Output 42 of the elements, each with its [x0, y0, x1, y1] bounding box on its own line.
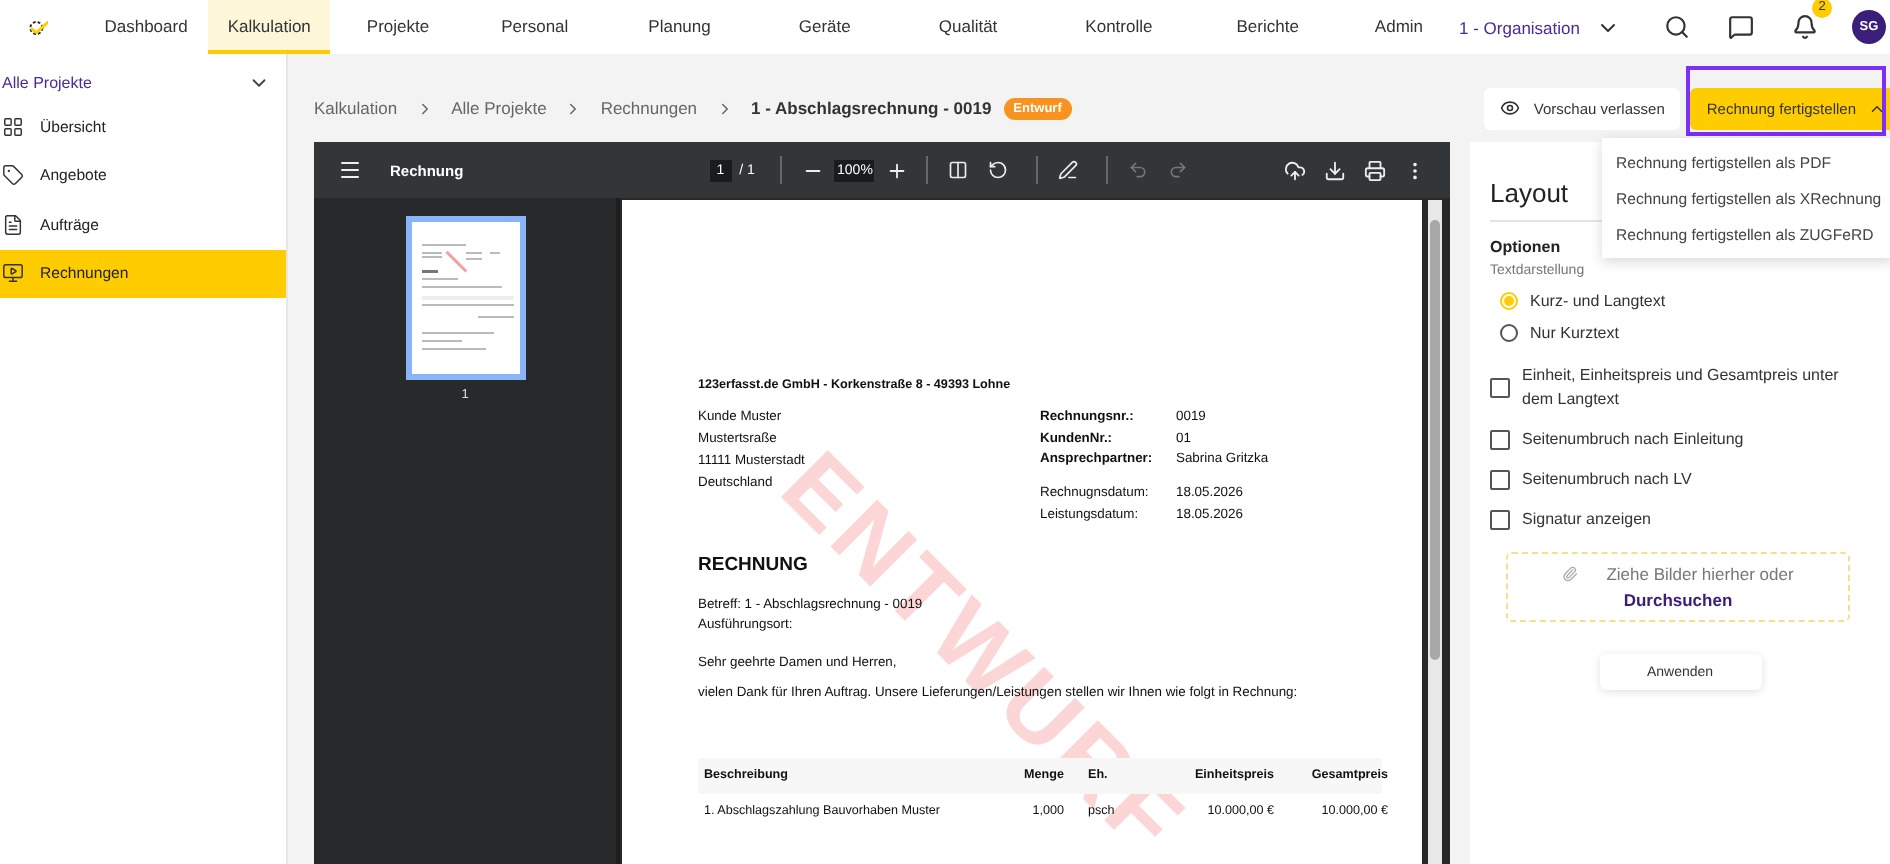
screen-icon — [2, 262, 24, 285]
checkbox-option[interactable]: Signatur anzeigen — [1490, 508, 1870, 532]
image-dropzone[interactable]: Ziehe Bilder hierher oder Durchsuchen — [1506, 552, 1850, 622]
eye-icon — [1499, 98, 1520, 118]
checkbox[interactable] — [1490, 430, 1510, 450]
breadcrumb-link[interactable]: Alle Projekte — [451, 98, 547, 118]
scrollbar[interactable] — [1428, 200, 1442, 864]
nav-tab[interactable]: Qualität — [894, 0, 1042, 54]
nav-tab[interactable]: Projekte — [330, 0, 466, 54]
project-select[interactable]: Alle Projekte — [0, 62, 286, 102]
checkbox-option[interactable]: Einheit, Einheitspreis und Gesamtpreis unter dem Langtext — [1490, 364, 1870, 412]
browse-link[interactable]: Durchsuchen — [1623, 590, 1733, 610]
section-title: Optionen — [1490, 238, 1563, 256]
checkbox-option[interactable]: Seitenumbruch nach Einleitung — [1490, 428, 1870, 452]
tag-icon — [2, 164, 24, 187]
chat-icon[interactable] — [1724, 11, 1756, 43]
nav-tab[interactable]: Kontrolle — [1041, 0, 1197, 54]
nav-tab[interactable]: Dashboard — [84, 0, 208, 54]
paperclip-icon — [1562, 566, 1579, 582]
notification-icon[interactable] — [1788, 11, 1820, 43]
document-icon — [2, 213, 24, 236]
nav-tab[interactable]: Geräte — [754, 0, 895, 54]
breadcrumb-link[interactable]: Kalkulation — [314, 98, 398, 118]
nav-tab[interactable]: Planung — [604, 0, 755, 54]
page-thumbnail[interactable] — [405, 216, 525, 380]
checkbox[interactable] — [1490, 470, 1510, 490]
dropzone-text: Ziehe Bilder hierher oder — [1606, 564, 1794, 584]
nav-tab[interactable]: Admin — [1338, 0, 1460, 54]
checkbox[interactable] — [1490, 378, 1510, 398]
organisation-select[interactable]: 1 - Organisation — [1459, 17, 1592, 37]
radio-option[interactable]: Nur Kurztext — [1490, 316, 1870, 348]
radio-button[interactable] — [1500, 323, 1518, 341]
grid-icon — [2, 115, 24, 138]
breadcrumb-current: 1 - Abschlagsrechnung - 0019 — [751, 98, 992, 118]
nav-tab[interactable]: Personal — [465, 0, 605, 54]
checkbox[interactable] — [1490, 510, 1510, 530]
breadcrumb-link[interactable]: Rechnungen — [600, 98, 698, 118]
nav-tab[interactable]: Berichte — [1196, 0, 1339, 54]
checkbox-option[interactable]: Seitenumbruch nach LV — [1490, 468, 1870, 492]
radio-option[interactable]: Kurz- und Langtext — [1490, 284, 1870, 316]
search-icon[interactable] — [1660, 11, 1692, 43]
nav-tab[interactable]: Kalkulation — [207, 0, 331, 54]
